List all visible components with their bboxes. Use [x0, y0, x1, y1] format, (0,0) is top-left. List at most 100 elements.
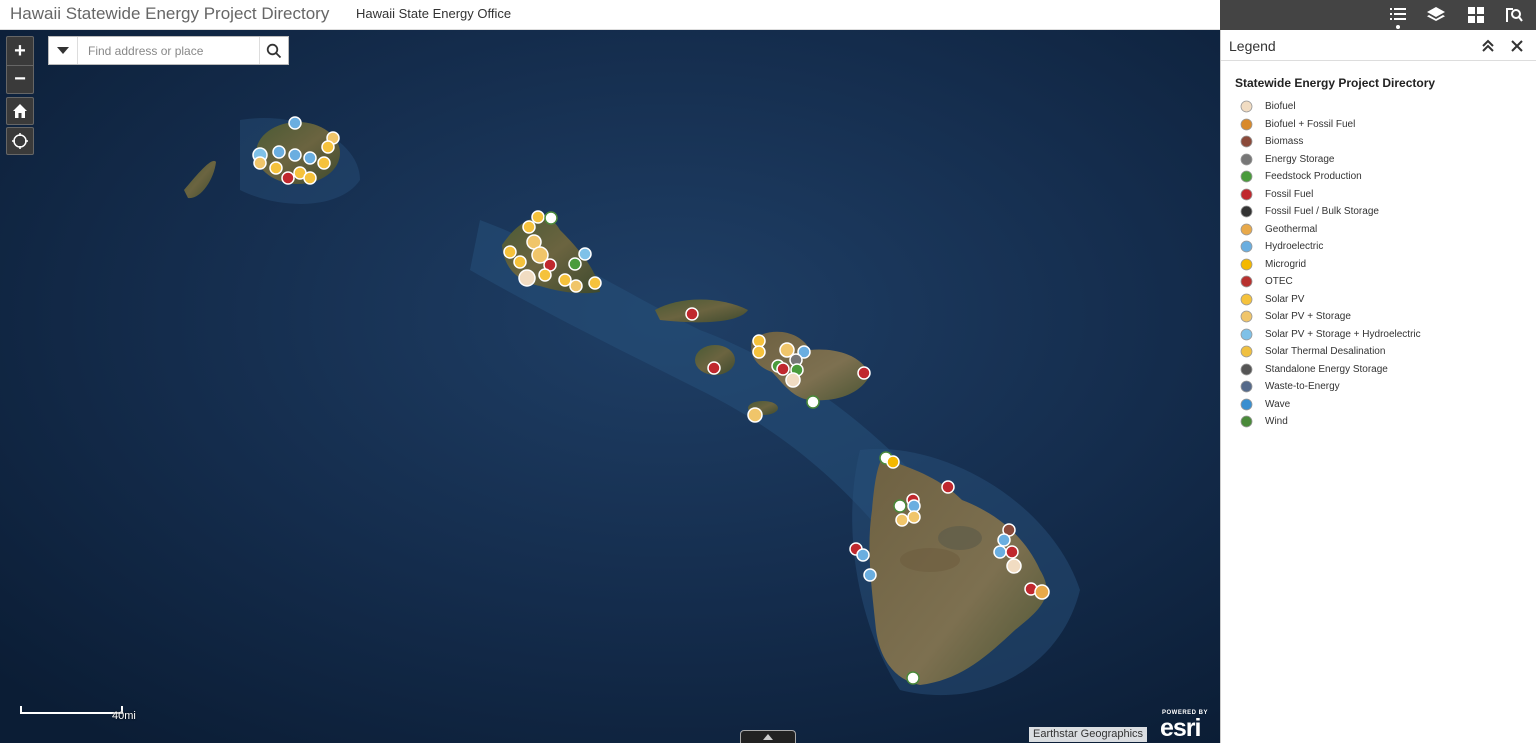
- legend-item-label: Wind: [1265, 416, 1288, 427]
- solar-pv-marker[interactable]: [752, 345, 766, 359]
- solar-pv-marker[interactable]: [321, 140, 335, 154]
- feedstock-marker[interactable]: [568, 257, 582, 271]
- solar-pv-marker[interactable]: [303, 171, 317, 185]
- locate-button[interactable]: [6, 127, 34, 155]
- biofuel-marker[interactable]: [785, 372, 801, 388]
- legend-item-label: Solar PV: [1265, 293, 1305, 305]
- fossil-fuel-marker[interactable]: [776, 362, 790, 376]
- feedstock-icon: [1240, 170, 1253, 183]
- biofuel-marker[interactable]: [1006, 558, 1022, 574]
- bulk-storage-icon: [1240, 205, 1253, 218]
- legend-panel: Legend Statewide Energy Project Director…: [1220, 30, 1536, 743]
- legend-panel-header: Legend: [1221, 30, 1536, 61]
- search-source-dropdown[interactable]: [49, 37, 78, 64]
- microgrid-icon: [1240, 258, 1253, 271]
- legend-item-label: Solar PV + Storage: [1265, 311, 1351, 322]
- solar-pv-storage-marker[interactable]: [907, 510, 921, 524]
- wind-marker[interactable]: [893, 499, 907, 513]
- hydroelectric-marker[interactable]: [272, 145, 286, 159]
- biofuel-fossil-icon: [1240, 118, 1253, 131]
- microgrid-marker[interactable]: [886, 455, 900, 469]
- solar-pv-marker[interactable]: [538, 268, 552, 282]
- solar-pv-marker[interactable]: [752, 334, 766, 348]
- legend-item-label: Wave: [1265, 398, 1291, 410]
- project-markers-layer: [252, 116, 1050, 685]
- solar-pv-marker[interactable]: [531, 210, 545, 224]
- solar-pv-marker[interactable]: [522, 220, 536, 234]
- solar-pv-marker[interactable]: [588, 276, 602, 290]
- wave-icon: [1240, 398, 1253, 411]
- legend-item-label: Microgrid: [1265, 258, 1307, 270]
- hydroelectric-marker[interactable]: [856, 548, 870, 562]
- sun-icon: [1240, 293, 1253, 306]
- geothermal-marker[interactable]: [1034, 584, 1050, 600]
- solar-pv-marker[interactable]: [503, 245, 517, 259]
- hydroelectric-marker[interactable]: [863, 568, 877, 582]
- zoom-in-button[interactable]: +: [7, 37, 33, 65]
- basemap-gallery-icon[interactable]: [1458, 0, 1494, 30]
- search-input[interactable]: [79, 37, 259, 64]
- fossil-fuel-marker[interactable]: [685, 307, 699, 321]
- legend-item-label: OTEC: [1265, 276, 1293, 287]
- attribute-table-toggle[interactable]: [740, 730, 796, 743]
- esri-wordmark: esri: [1160, 714, 1201, 742]
- zoom-controls: + −: [6, 36, 34, 94]
- sun-hydro-icon: [1240, 328, 1253, 341]
- solar-pv-storage-marker[interactable]: [895, 513, 909, 527]
- widget-toolbar: [1220, 0, 1536, 30]
- fossil-fuel-marker[interactable]: [281, 171, 295, 185]
- fossil-fuel-marker[interactable]: [857, 366, 871, 380]
- search-submit-button[interactable]: [259, 37, 288, 64]
- legend-item-label: Solar PV + Storage + Hydroelectric: [1265, 328, 1421, 340]
- hydroelectric-marker[interactable]: [907, 499, 921, 513]
- solar-pv-marker[interactable]: [558, 273, 572, 287]
- solar-pv-storage-marker[interactable]: [253, 156, 267, 170]
- legend-panel-title: Legend: [1229, 38, 1276, 54]
- close-icon: [1511, 40, 1523, 52]
- solar-pv-storage-marker[interactable]: [569, 279, 583, 293]
- hydroelectric-marker[interactable]: [997, 533, 1011, 547]
- search-details-icon[interactable]: [1496, 0, 1532, 30]
- fossil-fuel-marker[interactable]: [941, 480, 955, 494]
- legend-item-label: Fossil Fuel / Bulk Storage: [1265, 206, 1379, 217]
- zoom-out-button[interactable]: −: [7, 65, 33, 93]
- solar-pv-marker[interactable]: [269, 161, 283, 175]
- app-subtitle: Hawaii State Energy Office: [356, 6, 512, 21]
- biofuel-icon: [1240, 100, 1253, 113]
- wind-marker[interactable]: [906, 671, 920, 685]
- hydro-drop-icon: [1240, 240, 1253, 253]
- fossil-fuel-marker[interactable]: [1005, 545, 1019, 559]
- hydroelectric-marker[interactable]: [288, 116, 302, 130]
- fossil-fuel-marker[interactable]: [707, 361, 721, 375]
- caret-up-icon: [763, 734, 773, 740]
- hydroelectric-marker[interactable]: [303, 151, 317, 165]
- locate-crosshair-icon: [12, 133, 28, 149]
- waste-energy-icon: [1240, 380, 1253, 393]
- solar-pv-marker[interactable]: [317, 156, 331, 170]
- wind-marker[interactable]: [806, 395, 820, 409]
- map-view[interactable]: + − 40mi Earthstar Geographics POWERED B…: [0, 30, 1220, 743]
- biofuel-marker[interactable]: [518, 269, 536, 287]
- solar-pv-storage-hydro-marker[interactable]: [578, 247, 592, 261]
- hydroelectric-marker[interactable]: [288, 148, 302, 162]
- biomass-icon: [1240, 135, 1253, 148]
- close-panel-button[interactable]: [1508, 35, 1526, 53]
- sun-storage-icon: [1240, 310, 1253, 323]
- search-icon: [266, 43, 282, 58]
- legend-item-label: Fossil Fuel: [1265, 188, 1314, 200]
- battery-icon: [1240, 153, 1253, 166]
- standalone-battery-icon: [1240, 363, 1253, 376]
- solar-pv-marker[interactable]: [513, 255, 527, 269]
- collapse-panel-button[interactable]: [1479, 37, 1497, 55]
- home-button[interactable]: [6, 97, 34, 125]
- legend-item-label: Waste-to-Energy: [1265, 381, 1340, 392]
- solar-pv-storage-marker[interactable]: [747, 407, 763, 423]
- legend-item-label: Standalone Energy Storage: [1265, 363, 1388, 375]
- wind-marker[interactable]: [544, 211, 558, 225]
- hydroelectric-marker[interactable]: [993, 545, 1007, 559]
- legend-item-label: Hydroelectric: [1265, 241, 1324, 252]
- legend-item-label: Solar Thermal Desalination: [1265, 346, 1386, 357]
- scale-bar: [20, 706, 123, 714]
- legend-item-label: Feedstock Production: [1265, 171, 1362, 182]
- layers-icon[interactable]: [1418, 0, 1454, 30]
